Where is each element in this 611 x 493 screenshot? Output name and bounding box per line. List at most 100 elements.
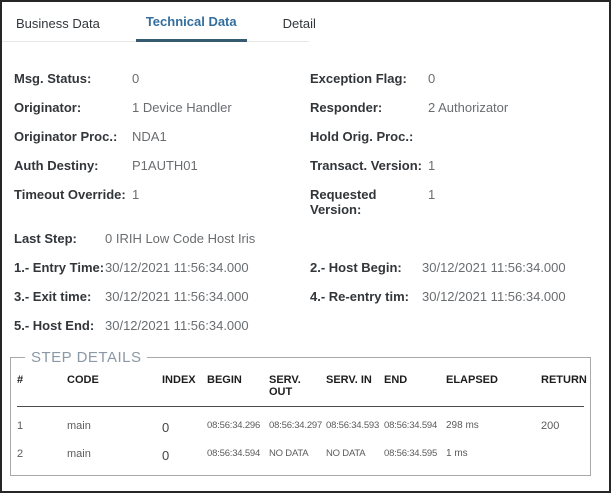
tab-detail[interactable]: Detail [283,2,316,42]
cell-code: main [67,435,162,463]
cell-serv-out: NO DATA [269,435,326,463]
field-row: Originator Proc.: NDA1 Hold Orig. Proc.: [14,129,601,144]
field-row: Originator: 1 Device Handler Responder: … [14,100,601,115]
field-value: 1 Device Handler [132,100,232,115]
field-label: 5.- Host End: [14,318,105,333]
cell-index: 0 [162,407,207,436]
field-msg-status: Msg. Status: 0 [14,71,310,86]
field-timeout-override: Timeout Override: 1 [14,187,310,217]
field-host-begin: 2.- Host Begin: 30/12/2021 11:56:34.000 [310,260,601,275]
field-entry-time: 1.- Entry Time: 30/12/2021 11:56:34.000 [14,260,310,275]
field-originator: Originator: 1 Device Handler [14,100,310,115]
cell-return [541,435,584,463]
field-value: 30/12/2021 11:56:34.000 [422,289,566,304]
field-row: Msg. Status: 0 Exception Flag: 0 [14,71,601,86]
field-row: Timeout Override: 1 Requested Version: 1 [14,187,601,217]
field-label: Responder: [310,100,428,115]
field-label: Last Step: [14,231,105,246]
cell-number: 2 [17,435,67,463]
field-value: 30/12/2021 11:56:34.000 [105,289,249,304]
cell-serv-in: 08:56:34.593 [326,407,384,436]
table-row: 2 main 0 08:56:34.594 NO DATA NO DATA 08… [17,435,584,463]
field-label: Requested Version: [310,187,428,217]
cell-begin: 08:56:34.296 [207,407,269,436]
field-label: 4.- Re-entry tim: [310,289,422,304]
col-header-serv-out: SERV. OUT [269,368,326,407]
field-label: Timeout Override: [14,187,132,202]
field-value: NDA1 [132,129,167,144]
cell-elapsed: 1 ms [446,435,541,463]
field-reentry-time: 4.- Re-entry tim: 30/12/2021 11:56:34.00… [310,289,601,304]
step-details-title: STEP DETAILS [25,349,147,366]
tab-technical-data[interactable]: Technical Data [136,2,247,42]
field-host-end: 5.- Host End: 30/12/2021 11:56:34.000 [14,318,310,333]
step-details-table: # CODE INDEX BEGIN SERV. OUT SERV. IN EN… [17,368,584,463]
field-label: 1.- Entry Time: [14,260,105,275]
cell-begin: 08:56:34.594 [207,435,269,463]
col-header-begin: BEGIN [207,368,269,407]
tab-business-data[interactable]: Business Data [16,2,100,42]
table-header-row: # CODE INDEX BEGIN SERV. OUT SERV. IN EN… [17,368,584,407]
field-label: Transact. Version: [310,158,428,173]
field-label: 2.- Host Begin: [310,260,422,275]
field-value: 2 Authorizator [428,100,508,115]
field-empty [310,318,601,333]
field-value: P1AUTH01 [132,158,198,173]
table-row: 1 main 0 08:56:34.296 08:56:34.297 08:56… [17,407,584,436]
field-label: Originator Proc.: [14,129,132,144]
cell-serv-in: NO DATA [326,435,384,463]
step-details-section: STEP DETAILS # CODE INDEX BEGIN SERV. OU… [10,349,591,476]
col-header-serv-in: SERV. IN [326,368,384,407]
field-label: 3.- Exit time: [14,289,105,304]
field-value: 30/12/2021 11:56:34.000 [105,318,249,333]
technical-data-window: Business Data Technical Data Detail Msg.… [0,0,611,493]
field-value: 0 IRIH Low Code Host Iris [105,231,255,246]
tab-label: Detail [283,16,316,31]
field-requested-version: Requested Version: 1 [310,187,601,217]
col-header-number: # [17,368,67,407]
cell-return: 200 [541,407,584,436]
field-value: 30/12/2021 11:56:34.000 [422,260,566,275]
field-originator-proc: Originator Proc.: NDA1 [14,129,310,144]
field-exception-flag: Exception Flag: 0 [310,71,601,86]
field-label: Hold Orig. Proc.: [310,129,428,144]
col-header-index: INDEX [162,368,207,407]
field-transact-version: Transact. Version: 1 [310,158,601,173]
field-last-step: Last Step: 0 IRIH Low Code Host Iris [14,231,310,246]
time-row: 5.- Host End: 30/12/2021 11:56:34.000 [14,318,601,333]
field-value: 0 [428,71,435,86]
field-value: 1 [132,187,139,202]
cell-elapsed: 298 ms [446,407,541,436]
cell-code: main [67,407,162,436]
field-label: Exception Flag: [310,71,428,86]
field-auth-destiny: Auth Destiny: P1AUTH01 [14,158,310,173]
field-responder: Responder: 2 Authorizator [310,100,601,115]
field-value: 30/12/2021 11:56:34.000 [105,260,249,275]
tab-label: Business Data [16,16,100,31]
field-row: Auth Destiny: P1AUTH01 Transact. Version… [14,158,601,173]
field-label: Msg. Status: [14,71,132,86]
col-header-end: END [384,368,446,407]
field-exit-time: 3.- Exit time: 30/12/2021 11:56:34.000 [14,289,310,304]
field-label: Auth Destiny: [14,158,132,173]
cell-number: 1 [17,407,67,436]
tab-bar: Business Data Technical Data Detail [2,2,609,42]
cell-serv-out: 08:56:34.297 [269,407,326,436]
field-value: 1 [428,187,435,202]
col-header-return: RETURN [541,368,584,407]
cell-end: 08:56:34.595 [384,435,446,463]
col-header-code: CODE [67,368,162,407]
field-grid: Msg. Status: 0 Exception Flag: 0 Origina… [2,42,609,333]
cell-end: 08:56:34.594 [384,407,446,436]
field-row: Last Step: 0 IRIH Low Code Host Iris [14,231,601,246]
field-label: Originator: [14,100,132,115]
tab-label: Technical Data [146,14,237,29]
field-hold-orig-proc: Hold Orig. Proc.: [310,129,601,144]
time-row: 1.- Entry Time: 30/12/2021 11:56:34.000 … [14,260,601,275]
cell-index: 0 [162,435,207,463]
field-value: 0 [132,71,139,86]
time-row: 3.- Exit time: 30/12/2021 11:56:34.000 4… [14,289,601,304]
field-empty [310,231,601,246]
field-value: 1 [428,158,435,173]
col-header-elapsed: ELAPSED [446,368,541,407]
